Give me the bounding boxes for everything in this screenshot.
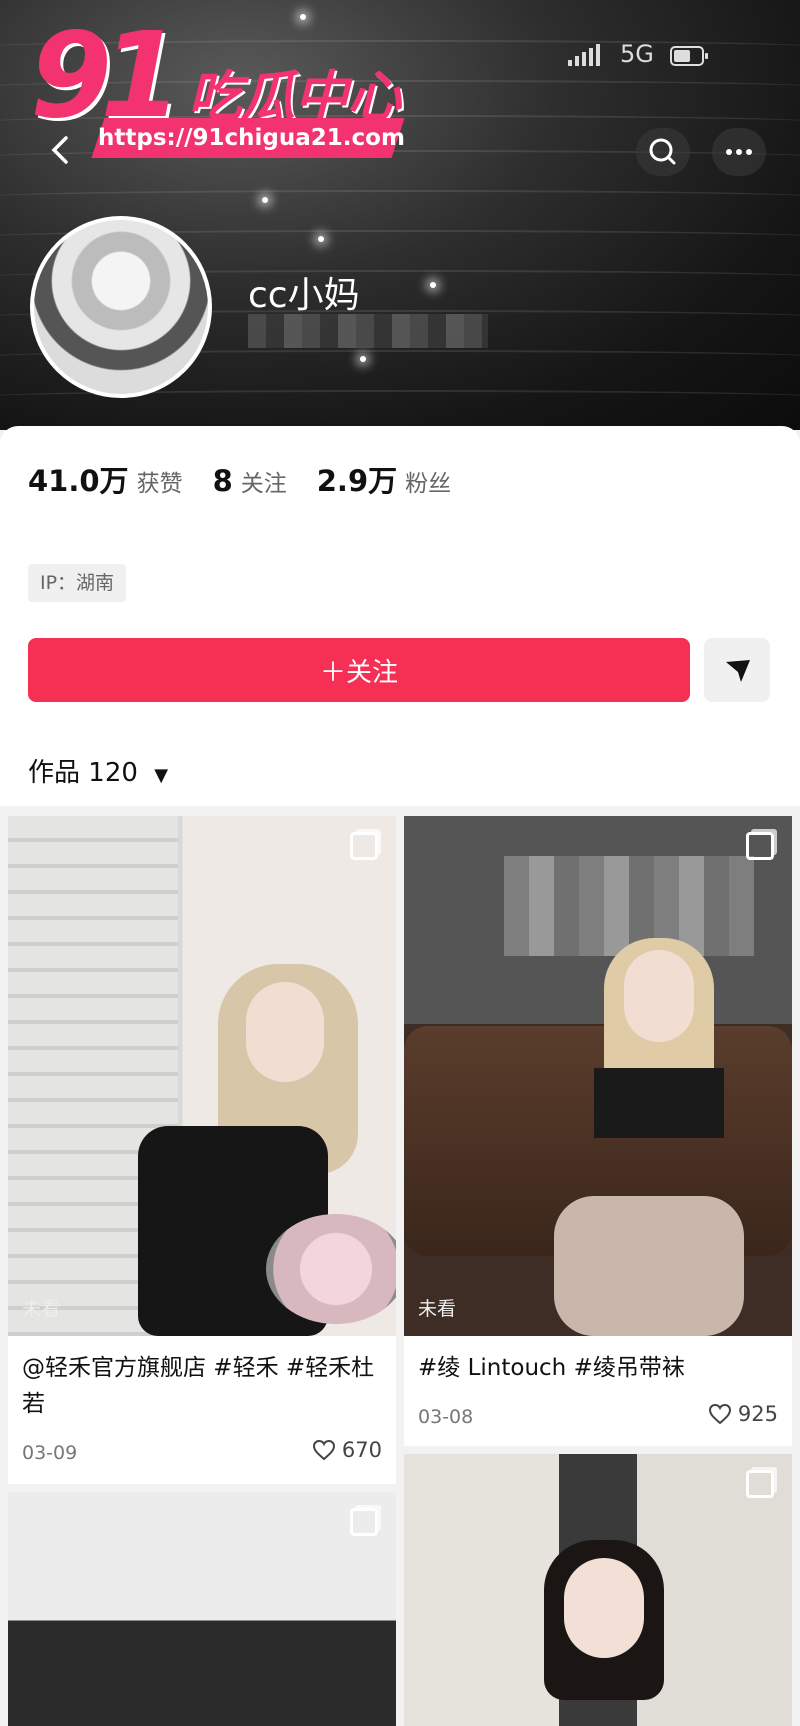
share-icon [726,660,750,682]
heart-icon [312,1439,335,1461]
search-icon [649,138,676,165]
post-caption: #绫 Lintouch #绫吊带袜 [418,1355,685,1381]
multi-image-icon [350,1508,378,1536]
more-button[interactable] [712,128,766,176]
battery-icon [670,46,708,66]
post-date: 03-08 [418,1406,474,1428]
search-button[interactable] [636,128,690,176]
post-cover[interactable]: 未看 [404,816,792,1336]
blurred-account-id [248,314,488,348]
followers-label[interactable]: 粉丝 [405,464,451,498]
post-card[interactable] [8,1492,396,1726]
likes-count-label: 925 [737,1402,778,1426]
multi-image-icon [350,832,378,860]
post-card[interactable] [404,1454,792,1726]
watermark-url: https://91chigua21.com [98,125,405,151]
network-label: 5G [620,40,654,68]
post-likes[interactable]: 670 [312,1438,382,1462]
post-caption: @轻禾官方旗舰店 #轻禾 #轻禾杜若 [22,1355,375,1417]
works-count: 120 [88,758,138,788]
works-label: 作品 [28,758,81,788]
chevron-down-icon: ▼ [154,765,169,786]
back-button[interactable] [40,130,80,170]
avatar[interactable] [30,216,212,398]
profile-stats: 41.0万 获赞 8 关注 2.9万 粉丝 [28,458,481,500]
more-icon [726,149,752,155]
followers-count[interactable]: 2.9万 [317,458,397,500]
likes-count: 41.0万 [28,464,129,498]
post-cover[interactable] [404,1454,792,1726]
watermark-url-badge: https://91chigua21.com [91,118,405,158]
ip-location-badge: IP：湖南 [28,564,127,602]
following-label[interactable]: 关注 [241,464,287,498]
profile-nickname: cc小妈 [248,275,360,316]
post-cover[interactable]: 未看 [8,816,396,1336]
heart-icon [708,1403,731,1425]
likes-count-label: 670 [341,1438,382,1462]
post-likes[interactable]: 925 [708,1402,778,1426]
post-card[interactable]: 未看 @轻禾官方旗舰店 #轻禾 #轻禾杜若 03-09 670 [8,816,396,1484]
share-button[interactable] [704,638,770,702]
unseen-label: 未看 [418,1298,457,1320]
following-count[interactable]: 8 [213,464,233,498]
multi-image-icon [746,1470,774,1498]
works-tab[interactable]: 作品 120 ▼ [28,752,168,789]
multi-image-icon [746,832,774,860]
post-card[interactable]: 未看 #绫 Lintouch #绫吊带袜 03-08 925 [404,816,792,1446]
likes-label: 获赞 [136,471,183,497]
post-date: 03-09 [22,1442,78,1464]
follow-button[interactable]: ＋关注 [28,638,690,702]
signal-icon [568,44,600,66]
back-icon [51,136,68,164]
post-cover[interactable] [8,1492,396,1726]
unseen-label: 未看 [22,1298,61,1320]
